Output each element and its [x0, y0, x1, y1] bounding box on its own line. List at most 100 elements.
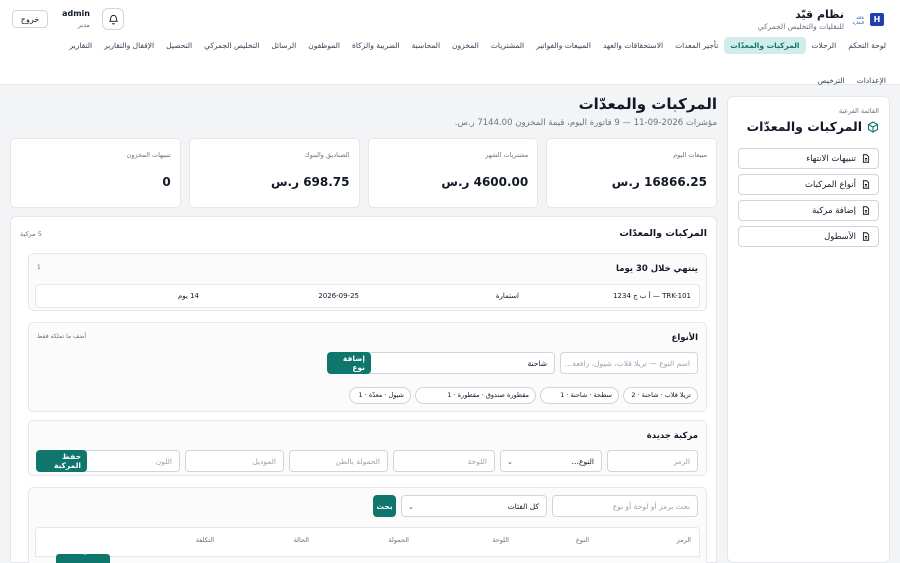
save-vehicle-button[interactable]: حفظ المركبة — [36, 450, 87, 472]
stat-label: الصناديق والبنوك — [304, 151, 350, 159]
sidebar-link[interactable]: تنبيهات الانتهاء — [738, 148, 879, 169]
category-filter-value: كل الفئات — [507, 502, 539, 511]
document-icon — [862, 232, 870, 241]
user-name: admin — [62, 9, 90, 18]
nav-item[interactable]: التخليص الجمركي — [198, 37, 265, 54]
nav-item[interactable]: الموظفون — [302, 37, 346, 54]
vehicles-list-box: بحث برمز أو لوحة أو نوع كل الفئات ⌄ بحث … — [28, 487, 707, 563]
color-input[interactable]: اللون — [82, 450, 180, 472]
type-category-value: شاحنة — [527, 359, 548, 368]
code-input[interactable]: الرمز — [607, 450, 698, 472]
nav-item[interactable]: الرسائل — [265, 37, 302, 54]
sidebar-title-text: المركبات والمعدّات — [746, 119, 862, 134]
brand-logo-tag: ناقلة التجارة — [852, 14, 864, 25]
type-chip[interactable]: مقطورة صندوق · مقطورة · 1 — [415, 387, 536, 404]
nav-item[interactable]: الترخيص — [812, 72, 851, 89]
expiry-row[interactable]: TRK-101 — أ ب ج 1234 استمارة 2026-09-25 … — [35, 284, 700, 308]
stat-value: 0 — [162, 175, 171, 189]
types-box: الأنواع أضف ما تملكه فقط اسم النوع — تري… — [28, 322, 707, 412]
search-input[interactable]: بحث برمز أو لوحة أو نوع — [552, 495, 698, 517]
stat-card: الصناديق والبنوك 698.75 ر.س — [188, 138, 360, 208]
stat-value: 698.75 ر.س — [270, 175, 350, 189]
vehicles-panel: المركبات والمعدّات 5 مركبة ينتهي خلال 30… — [10, 216, 717, 563]
stats-row: مبيعات اليوم 16866.25 ر.س مشتريات الشهر 460… — [10, 138, 717, 208]
main-content: المركبات والمعدّات مؤشرات 2026-09-11 — 9… — [10, 85, 717, 563]
type-chip[interactable]: سطحة · شاحنة · 1 — [540, 387, 619, 404]
expiry-title: ينتهي خلال 30 يوما — [616, 264, 698, 274]
table-column-header[interactable]: النوع — [576, 536, 589, 544]
page-meta: مؤشرات 2026-09-11 — 9 فاتورة اليوم، قيمة… — [454, 118, 717, 128]
new-vehicle-box: مركبة جديدة الرمز النوع… ⌄ اللوحة الحمول… — [28, 420, 707, 476]
vehicles-table-header: الرمز النوع اللوحة الحمولة الحالة التكلفة — [35, 527, 700, 557]
brand[interactable]: H ناقلة التجارة نظام قيّد للنقليات والتخ… — [758, 8, 884, 31]
stat-card: مشتريات الشهر 4600.00 ر.س — [367, 138, 539, 208]
row-action-button[interactable] — [84, 554, 110, 563]
sidebar-link-label: تنبيهات الانتهاء — [806, 153, 856, 164]
type-name-input[interactable]: اسم النوع — تريلا قلاب، شيول، رافعة… — [560, 352, 698, 374]
search-button[interactable]: بحث — [373, 495, 396, 517]
sidebar-link[interactable]: الأسطول — [738, 226, 879, 247]
document-icon — [862, 154, 870, 163]
notifications-button[interactable] — [102, 8, 124, 30]
type-category-select[interactable]: شاحنة ⌄ — [358, 352, 555, 374]
sidebar-link-label: أنواع المركبات — [804, 179, 856, 190]
cube-icon — [867, 120, 879, 133]
stat-card: تنبيهات المخزون 0 — [10, 138, 181, 208]
nav-item[interactable]: الاستحقاقات والعهد — [597, 37, 669, 54]
nav-item[interactable]: المشتريات — [485, 37, 530, 54]
table-column-header[interactable]: التكلفة — [196, 536, 214, 544]
type-select-value: النوع… — [571, 457, 594, 466]
nav-item[interactable]: لوحة التحكم — [842, 37, 892, 54]
nav-item[interactable]: الرحلات — [806, 37, 843, 54]
nav-item[interactable]: تأجير المعدات — [669, 37, 724, 54]
sidebar-link[interactable]: أنواع المركبات — [738, 174, 879, 195]
brand-title: نظام قيّد — [795, 8, 844, 21]
nav-item[interactable]: الإعدادات — [851, 72, 892, 89]
sidebar-caption: القائمة الفرعية — [838, 107, 879, 115]
expiry-date: 2026-09-25 — [318, 292, 359, 300]
table-column-header[interactable]: الرمز — [677, 536, 691, 544]
top-header: H ناقلة التجارة نظام قيّد للنقليات والتخ… — [0, 0, 900, 85]
plate-input[interactable]: اللوحة — [393, 450, 495, 472]
brand-subtitle: للنقليات والتخليص الجمركي — [757, 22, 844, 31]
chevron-down-icon: ⌄ — [408, 503, 414, 511]
sidebar-link[interactable]: إضافة مركبة — [738, 200, 879, 221]
expiry-box: ينتهي خلال 30 يوما 1 TRK-101 — أ ب ج 123… — [28, 253, 707, 311]
main-nav: لوحة التحكم الرحلات المركبات والمعدّات تأجي… — [32, 37, 892, 89]
table-column-header[interactable]: الحمولة — [388, 536, 409, 544]
sidebar-links: تنبيهات الانتهاء أنواع المركبات إضافة مركب… — [738, 148, 879, 247]
nav-item[interactable]: المخزون — [446, 37, 485, 54]
nav-item[interactable]: التحصيل — [160, 37, 198, 54]
nav-item[interactable]: التقارير — [64, 37, 99, 54]
type-chip[interactable]: شيول · معدّة · 1 — [349, 387, 411, 404]
stat-label: تنبيهات المخزون — [126, 151, 171, 159]
type-select[interactable]: النوع… ⌄ — [500, 450, 602, 472]
new-vehicle-title: مركبة جديدة — [646, 431, 698, 441]
nav-item[interactable]: المبيعات والفواتير — [530, 37, 597, 54]
type-chip[interactable]: تريلا قلاب · شاحنة · 2 — [623, 387, 698, 404]
stat-value: 4600.00 ر.س — [441, 175, 529, 189]
document-icon — [862, 206, 870, 215]
nav-item[interactable]: الضريبة والزكاة — [346, 37, 406, 54]
types-title: الأنواع — [671, 333, 698, 343]
table-column-header[interactable]: الحالة — [294, 536, 309, 544]
nav-item[interactable]: الإقفال والتقارير — [98, 37, 160, 54]
row-action-button[interactable] — [56, 554, 86, 563]
capacity-input[interactable]: الحمولة بالطن — [289, 450, 388, 472]
stat-label: مشتريات الشهر — [485, 151, 529, 159]
nav-item[interactable]: المحاسبة — [406, 37, 446, 54]
nav-item[interactable]: المركبات والمعدّات — [724, 37, 806, 54]
stat-value: 16866.25 ر.س — [611, 175, 707, 189]
stat-label: مبيعات اليوم — [673, 151, 707, 159]
add-type-button[interactable]: إضافة نوع — [327, 352, 371, 374]
expiry-count: 1 — [37, 264, 41, 271]
user-box: خروج admin مدير — [12, 8, 124, 30]
table-column-header[interactable]: اللوحة — [492, 536, 509, 544]
sidebar-title: المركبات والمعدّات — [738, 119, 879, 134]
bell-icon — [108, 14, 118, 25]
logout-button[interactable]: خروج — [12, 10, 48, 28]
category-filter-select[interactable]: كل الفئات ⌄ — [401, 495, 547, 517]
model-input[interactable]: الموديل — [185, 450, 284, 472]
types-note: أضف ما تملكه فقط — [37, 333, 86, 340]
page-title: المركبات والمعدّات — [578, 95, 717, 113]
